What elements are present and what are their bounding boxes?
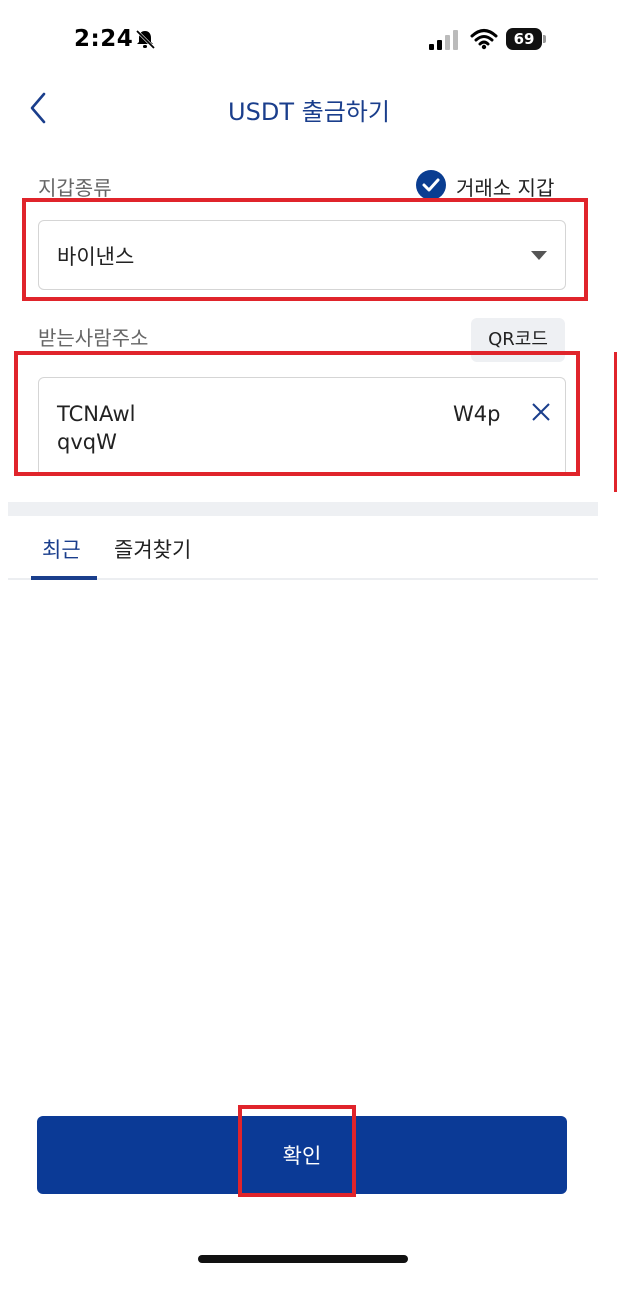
- status-time: 2:24: [74, 26, 134, 52]
- wallet-type-value: 바이낸스: [57, 245, 135, 269]
- check-icon: [422, 178, 440, 192]
- recipient-address-label: 받는사람주소: [38, 326, 149, 350]
- wallet-type-label: 지갑종류: [38, 176, 112, 200]
- highlight-side-mark: [614, 352, 617, 492]
- clear-icon[interactable]: [529, 400, 553, 424]
- address-text-line2: qvqW: [57, 430, 117, 454]
- tab-recent[interactable]: 최근: [42, 534, 81, 564]
- battery-nub: [543, 35, 546, 43]
- signal-icon: [429, 30, 458, 50]
- recipient-address-input[interactable]: TCNAwl W4p qvqW: [38, 377, 566, 473]
- home-indicator: [198, 1255, 408, 1263]
- page-title: USDT 출금하기: [228, 98, 390, 126]
- wallet-type-select[interactable]: 바이낸스: [38, 220, 566, 290]
- caret-down-icon: [531, 251, 547, 260]
- section-separator: [8, 502, 598, 516]
- bell-muted-icon: [135, 29, 156, 50]
- address-text-start: TCNAwl: [57, 402, 136, 426]
- exchange-wallet-checkbox[interactable]: [416, 170, 446, 200]
- tab-favorites[interactable]: 즐겨찾기: [114, 534, 191, 564]
- battery-indicator: 69: [506, 28, 542, 50]
- confirm-button[interactable]: 확인: [37, 1116, 567, 1194]
- exchange-wallet-label[interactable]: 거래소 지갑: [456, 172, 554, 201]
- qr-code-button[interactable]: QR코드: [471, 318, 565, 362]
- active-tab-indicator: [31, 576, 97, 580]
- address-text-end: W4p: [453, 402, 501, 426]
- wifi-icon: [470, 29, 498, 50]
